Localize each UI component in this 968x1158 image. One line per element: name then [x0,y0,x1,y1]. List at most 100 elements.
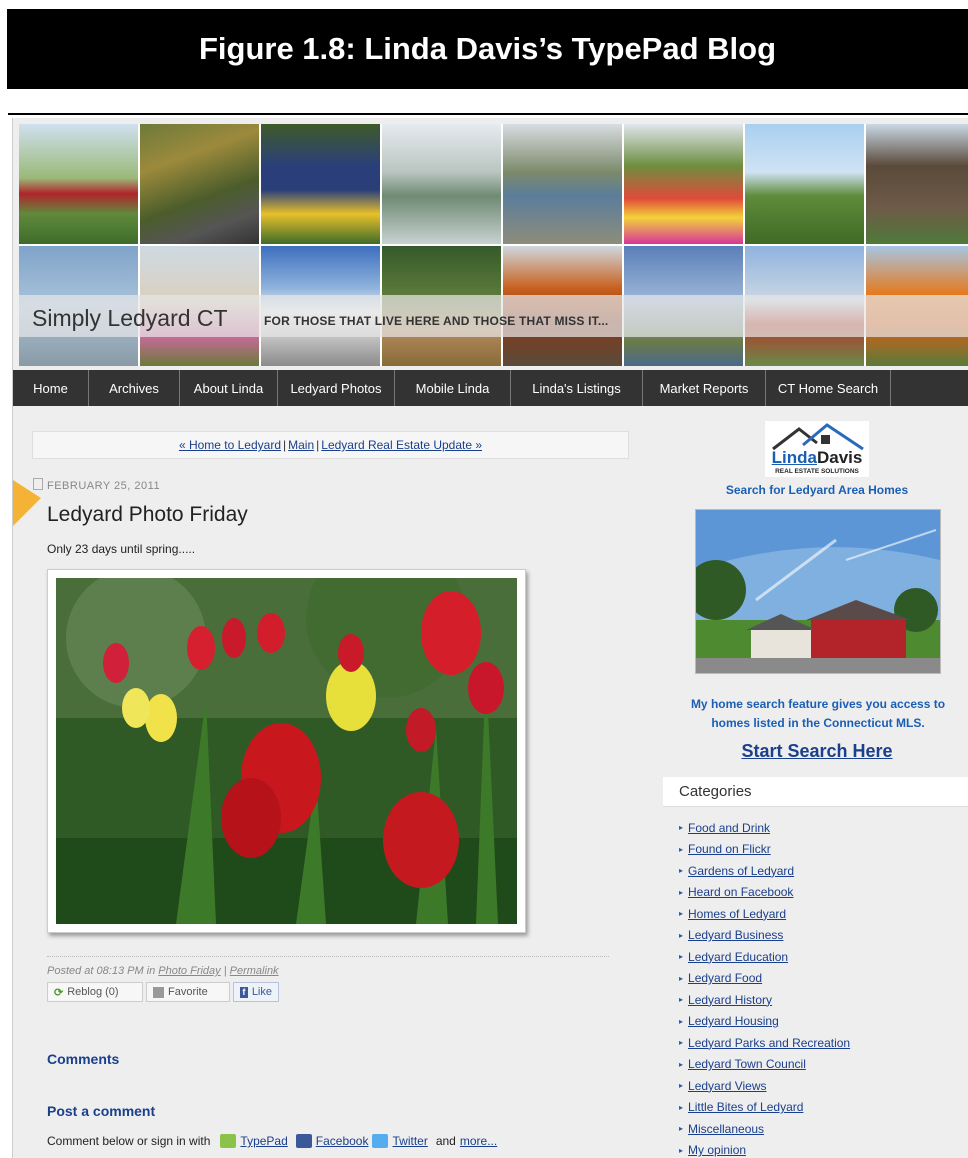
start-search-link[interactable]: Start Search Here [663,741,968,762]
favorite-button[interactable]: Favorite [146,982,230,1002]
site-tagline: FOR THOSE THAT LIVE HERE AND THOSE THAT … [264,314,609,328]
facebook-link[interactable]: Facebook [316,1134,369,1148]
nav-ledyard-photos[interactable]: Ledyard Photos [278,370,395,406]
bullet-icon: ▸ [679,1016,684,1026]
bullet-icon: ▸ [679,952,684,962]
category-link[interactable]: Found on Flickr [688,842,771,856]
post-comment-heading: Post a comment [47,1103,156,1119]
nav-home[interactable]: Home [13,370,89,406]
category-link[interactable]: My opinion [688,1143,746,1157]
category-item: ▸ Miscellaneous [679,1118,850,1140]
category-link[interactable]: Ledyard Education [688,950,788,964]
category-link[interactable]: Heard on Facebook [688,885,793,899]
facebook-icon: f [240,986,248,998]
main-nav: Home Archives About Linda Ledyard Photos… [13,370,968,406]
nav-separator: | [283,438,287,452]
category-link[interactable]: Photo Friday [158,965,220,977]
category-link[interactable]: Little Bites of Ledyard [688,1100,803,1114]
posted-prefix: Posted at 08:13 PM in [47,965,156,977]
category-item: ▸ Ledyard Parks and Recreation [679,1032,850,1054]
category-link[interactable]: Ledyard Housing [688,1014,779,1028]
comments-heading: Comments [47,1051,120,1067]
bullet-icon: ▸ [679,930,684,940]
category-link[interactable]: Ledyard History [688,993,772,1007]
meta-separator: | [223,965,227,977]
more-link[interactable]: more... [460,1134,497,1148]
logo-text-linda: Linda [771,448,817,467]
category-link[interactable]: Homes of Ledyard [688,907,786,921]
favorite-label: Favorite [168,986,208,998]
mosaic-tile [140,124,259,244]
bullet-icon: ▸ [679,887,684,897]
category-item: ▸ Ledyard Business [679,925,850,947]
category-link[interactable]: Ledyard Views [688,1079,767,1093]
category-item: ▸ My opinion [679,1140,850,1158]
bullet-icon: ▸ [679,995,684,1005]
post-footer-divider [47,956,609,957]
search-homes-link[interactable]: Search for Ledyard Area Homes [663,483,968,497]
mosaic-tile [261,124,380,244]
nav-market-reports[interactable]: Market Reports [643,370,766,406]
bullet-icon: ▸ [679,1145,684,1155]
bullet-icon: ▸ [679,909,684,919]
bullet-icon: ▸ [679,1059,684,1069]
reblog-button[interactable]: ⟳ Reblog (0) [47,982,143,1002]
category-link[interactable]: Ledyard Town Council [688,1057,806,1071]
linda-davis-logo[interactable]: LindaDavis REAL ESTATE SOLUTIONS [765,421,869,477]
site-header[interactable]: Simply Ledyard CT FOR THOSE THAT LIVE HE… [19,124,968,366]
bullet-icon: ▸ [679,1038,684,1048]
bullet-icon: ▸ [679,844,684,854]
category-link[interactable]: Food and Drink [688,821,770,835]
bullet-icon: ▸ [679,823,684,833]
nav-about-linda[interactable]: About Linda [180,370,278,406]
nav-mobile-linda[interactable]: Mobile Linda [395,370,511,406]
logo-subtitle: REAL ESTATE SOLUTIONS [775,468,859,475]
categories-heading: Categories [663,777,968,807]
mosaic-tile [624,124,743,244]
logo-wordmark: LindaDavis [765,449,869,467]
post-date-text: FEBRUARY 25, 2011 [47,480,161,492]
post-title[interactable]: Ledyard Photo Friday [47,503,248,527]
favorite-icon [153,986,164,998]
logo-text-davis: Davis [816,448,863,467]
signin-prefix: Comment below or sign in with [47,1134,211,1148]
site-title[interactable]: Simply Ledyard CT [32,305,228,332]
permalink-link[interactable]: Permalink [230,965,279,977]
category-item: ▸ Heard on Facebook [679,882,850,904]
facebook-icon [295,1134,312,1148]
category-item: ▸ Ledyard Housing [679,1011,850,1033]
nav-lindas-listings[interactable]: Linda's Listings [511,370,643,406]
next-post-link[interactable]: Ledyard Real Estate Update » [321,438,482,452]
category-link[interactable]: Ledyard Food [688,971,762,985]
post-date: FEBRUARY 25, 2011 [33,478,160,492]
twitter-icon [372,1134,389,1148]
nav-archives[interactable]: Archives [89,370,180,406]
comment-signin: Comment below or sign in with TypePad Fa… [47,1134,497,1148]
category-link[interactable]: Ledyard Parks and Recreation [688,1036,850,1050]
browser-viewport: Simply Ledyard CT FOR THOSE THAT LIVE HE… [12,118,968,1158]
twitter-link[interactable]: Twitter [392,1134,427,1148]
category-item: ▸ Ledyard Education [679,946,850,968]
reblog-icon: ⟳ [54,986,64,999]
post-photo-frame [47,569,526,933]
divider [8,113,968,115]
mosaic-tile [866,124,968,244]
typepad-link[interactable]: TypePad [240,1134,287,1148]
tulips-photo[interactable] [56,578,517,924]
category-link[interactable]: Gardens of Ledyard [688,864,794,878]
red-house-photo[interactable] [695,509,941,674]
category-item: ▸ Little Bites of Ledyard [679,1097,850,1119]
mosaic-tile [382,124,501,244]
main-link[interactable]: Main [288,438,314,452]
post-body: Only 23 days until spring..... [47,542,196,556]
prev-post-link[interactable]: « Home to Ledyard [179,438,281,452]
bullet-icon: ▸ [679,1102,684,1112]
nav-ct-home-search[interactable]: CT Home Search [766,370,891,406]
facebook-like-button[interactable]: f Like [233,982,279,1002]
search-promo-text: My home search feature gives you access … [690,697,946,730]
post-actions: ⟳ Reblog (0) Favorite f Like [47,982,279,1002]
mosaic-tile [19,124,138,244]
category-link[interactable]: Ledyard Business [688,928,783,942]
category-link[interactable]: Miscellaneous [688,1122,764,1136]
category-item: ▸ Gardens of Ledyard [679,860,850,882]
